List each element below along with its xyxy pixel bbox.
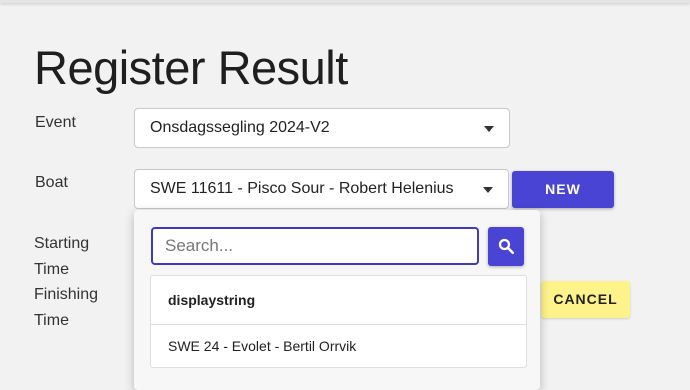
- event-label: Event: [35, 114, 76, 131]
- boat-select-value: SWE 11611 - Pisco Sour - Robert Helenius: [150, 180, 454, 197]
- caret-down-icon: [483, 187, 493, 193]
- boat-options-list: displaystring SWE 24 - Evolet - Bertil O…: [150, 275, 527, 368]
- starting-time-label: Starting Time: [34, 231, 89, 283]
- finishing-time-label-line1: Finishing: [34, 286, 99, 303]
- list-item[interactable]: displaystring: [151, 276, 526, 325]
- boat-search-input[interactable]: [151, 227, 479, 265]
- new-boat-button[interactable]: NEW: [512, 171, 614, 208]
- finishing-time-label-line2: Time: [34, 312, 69, 329]
- boat-label: Boat: [35, 174, 68, 191]
- starting-time-label-line1: Starting: [34, 235, 90, 252]
- boat-select[interactable]: SWE 11611 - Pisco Sour - Robert Helenius: [134, 169, 509, 209]
- search-button[interactable]: [488, 227, 524, 266]
- event-select-value: Onsdagssegling 2024-V2: [150, 119, 330, 136]
- top-app-bar: [0, 0, 690, 3]
- list-item[interactable]: SWE 24 - Evolet - Bertil Orrvik: [151, 325, 526, 367]
- page-title: Register Result: [34, 41, 348, 94]
- search-icon: [498, 238, 515, 255]
- finishing-time-label: Finishing Time: [34, 282, 98, 334]
- cancel-button[interactable]: CANCEL: [541, 281, 630, 318]
- caret-down-icon: [484, 126, 494, 132]
- boat-dropdown-panel: displaystring SWE 24 - Evolet - Bertil O…: [134, 210, 540, 390]
- event-select[interactable]: Onsdagssegling 2024-V2: [134, 108, 510, 148]
- starting-time-label-line2: Time: [34, 261, 69, 278]
